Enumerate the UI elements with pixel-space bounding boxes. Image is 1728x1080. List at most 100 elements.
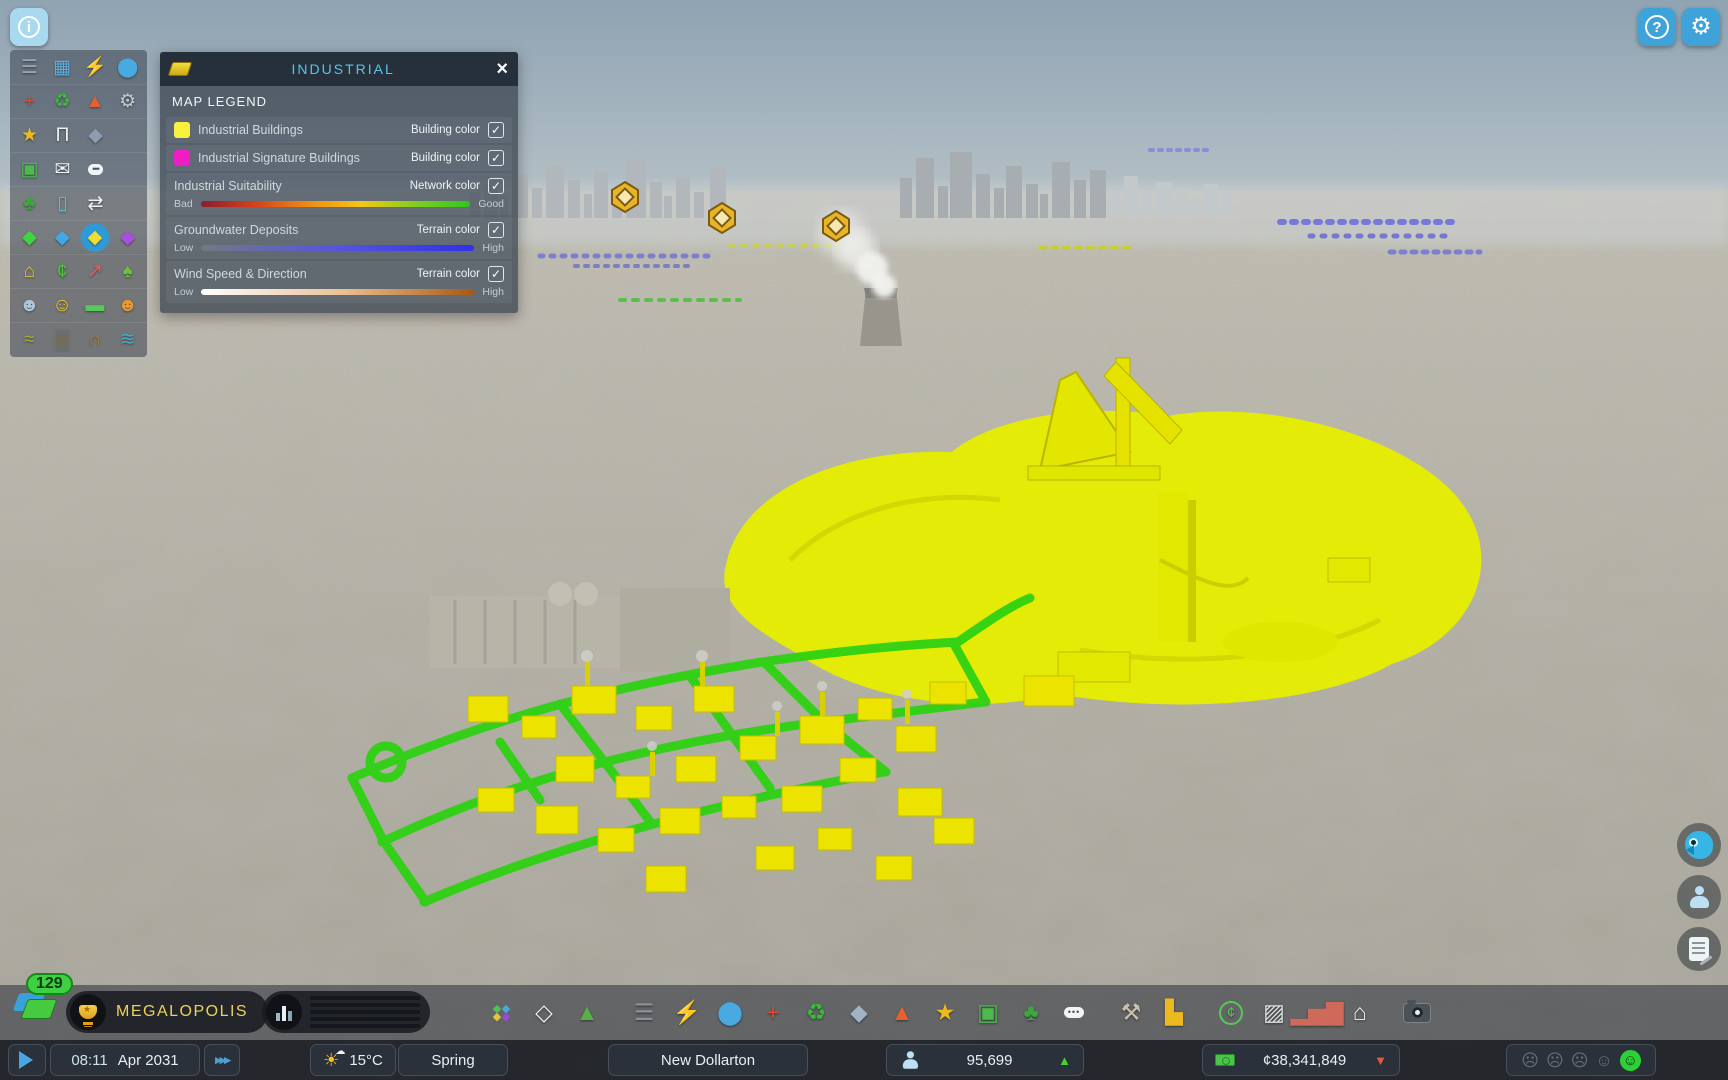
police-button[interactable]: ★ <box>930 996 960 1030</box>
infoview-transportation[interactable]: ▣ <box>13 155 46 184</box>
infoview-water-pollution[interactable]: ≋ <box>111 325 144 354</box>
infoview-education[interactable]: ◆ <box>79 121 112 150</box>
legend-checkbox[interactable]: ✓ <box>488 150 504 166</box>
water-sewage-button[interactable]: ⬤ <box>715 996 745 1030</box>
speed-button[interactable]: ▸▸▸ <box>204 1044 240 1076</box>
money-panel[interactable]: ¢38,341,849 ▼ <box>1202 1044 1400 1076</box>
journal-button[interactable] <box>1677 927 1721 971</box>
legend-row: Industrial BuildingsBuilding color✓ <box>166 117 512 143</box>
xp-level-indicator[interactable]: 129 <box>12 971 70 1031</box>
temperature-panel[interactable]: ☀ 15°C <box>310 1044 396 1076</box>
transportation-button[interactable]: ▣ <box>973 996 1003 1030</box>
land-value-icon: ¢ <box>57 262 68 281</box>
city-name-panel[interactable]: New Dollarton <box>608 1044 808 1076</box>
citizen-info-button[interactable] <box>1677 875 1721 919</box>
infoview-residential-zones[interactable]: ◆ <box>13 223 46 252</box>
happiness-panel[interactable]: ☹☹☹☺☺ <box>1506 1044 1656 1076</box>
police-icon: ★ <box>21 126 38 145</box>
landscaping-button[interactable]: ▲ <box>572 996 602 1030</box>
infoview-fire-rescue[interactable]: ▲ <box>79 87 112 116</box>
progression-icon: ⌂ <box>1353 1001 1367 1024</box>
population-icon <box>901 1051 919 1069</box>
infoview-communications[interactable]: ••• <box>79 155 112 184</box>
electricity-icon: ⚡ <box>83 58 107 77</box>
infoview-garbage[interactable]: ♻ <box>46 87 79 116</box>
milestone-panel[interactable]: MEGALOPOLIS <box>66 991 268 1033</box>
progression-button[interactable]: ⌂ <box>1345 996 1375 1030</box>
infoviews-button[interactable]: i <box>10 8 48 46</box>
education-icon: ◆ <box>850 1001 868 1024</box>
education-button[interactable]: ◆ <box>844 996 874 1030</box>
legend-checkbox[interactable]: ✓ <box>488 222 504 238</box>
fire-rescue-button[interactable]: ▲ <box>887 996 917 1030</box>
game-window: i ? ⚙ ☰▦⚡⬤+♻▲⚙★Π◆▣✉•••♣▯⇄◆◆◆◆⌂¢↗♠☻☺▬☻≈▒∩… <box>0 0 1728 1080</box>
map-tiles-button[interactable]: ▨ <box>1259 996 1289 1030</box>
infoview-ground-pollution[interactable]: ▒ <box>46 325 79 354</box>
legend-checkbox[interactable]: ✓ <box>488 178 504 194</box>
level-badge: 129 <box>26 973 73 995</box>
legend-checkbox[interactable]: ✓ <box>488 266 504 282</box>
infoview-electricity[interactable]: ⚡ <box>79 53 112 82</box>
infoview-parks-recreation[interactable]: ♣ <box>13 189 46 218</box>
infoview-workers[interactable]: ☻ <box>111 291 144 320</box>
legend-checkbox[interactable]: ✓ <box>488 122 504 138</box>
statistics-button[interactable]: ▂▅▇ <box>1302 996 1332 1030</box>
legend-row: Wind Speed & DirectionTerrain color✓LowH… <box>166 261 512 303</box>
population-value: 95,699 <box>967 1052 1013 1069</box>
infoview-tourism[interactable]: ▯ <box>46 189 79 218</box>
cash-flow-icon: ▬ <box>85 296 104 315</box>
electricity-button[interactable]: ⚡ <box>672 996 702 1030</box>
progress-bar-track <box>310 1003 420 1008</box>
settings-button[interactable]: ⚙ <box>1682 8 1720 46</box>
infoview-commercial-zones[interactable]: ◆ <box>46 223 79 252</box>
infoview-industrial[interactable]: ◆ <box>79 223 112 252</box>
infoview-air-pollution[interactable]: ≈ <box>13 325 46 354</box>
healthcare-button[interactable]: + <box>758 996 788 1030</box>
infoview-office-zones[interactable]: ◆ <box>111 223 144 252</box>
ground-pollution-icon: ▒ <box>55 330 68 349</box>
progression-panel[interactable] <box>262 991 430 1033</box>
infoview-land-value[interactable]: ¢ <box>46 257 79 286</box>
season-panel[interactable]: Spring <box>398 1044 508 1076</box>
infoview-population[interactable]: ☻ <box>13 291 46 320</box>
infoview-natural-resources[interactable]: ♠ <box>111 257 144 286</box>
legend-row-label: Groundwater Deposits <box>174 223 409 237</box>
communications-button[interactable]: ••• <box>1059 996 1089 1030</box>
time-date-panel[interactable]: 08:11 Apr 2031 <box>50 1044 200 1076</box>
infoview-post[interactable]: ✉ <box>46 155 79 184</box>
areas-button[interactable]: ◇ <box>529 996 559 1030</box>
play-pause-button[interactable] <box>8 1044 46 1076</box>
infoview-noise-pollution[interactable]: ∩ <box>79 325 112 354</box>
population-up-icon: ▲ <box>1058 1053 1071 1068</box>
infoview-police[interactable]: ★ <box>13 121 46 150</box>
legend-row-label: Industrial Signature Buildings <box>198 151 403 165</box>
infoview-happiness[interactable]: ☺ <box>46 291 79 320</box>
infoview-land-use[interactable]: ⌂ <box>13 257 46 286</box>
terraforming-button[interactable]: ⚒ <box>1116 996 1146 1030</box>
zoning-button[interactable]: ◆ <box>486 996 516 1030</box>
population-panel[interactable]: 95,699 ▲ <box>886 1044 1084 1076</box>
help-button[interactable]: ? <box>1638 8 1676 46</box>
infoview-maintenance[interactable]: ⚙ <box>111 87 144 116</box>
chirper-button[interactable] <box>1677 823 1721 867</box>
infoview-healthcare[interactable]: + <box>13 87 46 116</box>
parks-recreation-button[interactable]: ♣ <box>1016 996 1046 1030</box>
infoview-cash-flow[interactable]: ▬ <box>79 291 112 320</box>
garbage-button[interactable]: ♻ <box>801 996 831 1030</box>
economy-button[interactable]: ¢ <box>1216 996 1246 1030</box>
photo-mode-button[interactable] <box>1402 996 1432 1030</box>
infoview-outside-connections[interactable]: ⇄ <box>79 189 112 218</box>
close-icon[interactable]: × <box>496 59 508 79</box>
infoview-roads[interactable]: ☰ <box>13 53 46 82</box>
residential-zones-icon: ◆ <box>22 228 37 247</box>
infoview-grid-row: ⌂ ¢ ↗♠ <box>10 255 147 289</box>
infoview-administration[interactable]: Π <box>46 121 79 150</box>
legend-header: INDUSTRIAL × <box>160 52 518 86</box>
infoview-transit-lines[interactable]: ▦ <box>46 53 79 82</box>
roads-button[interactable]: ☰ <box>629 996 659 1030</box>
bulldozer-button[interactable]: ▙ <box>1159 996 1189 1030</box>
scale-high-label: High <box>482 242 504 254</box>
infoview-routes[interactable]: ↗ <box>79 257 112 286</box>
infoview-water[interactable]: ⬤ <box>111 53 144 82</box>
legend-row: Industrial SuitabilityNetwork color✓BadG… <box>166 173 512 215</box>
